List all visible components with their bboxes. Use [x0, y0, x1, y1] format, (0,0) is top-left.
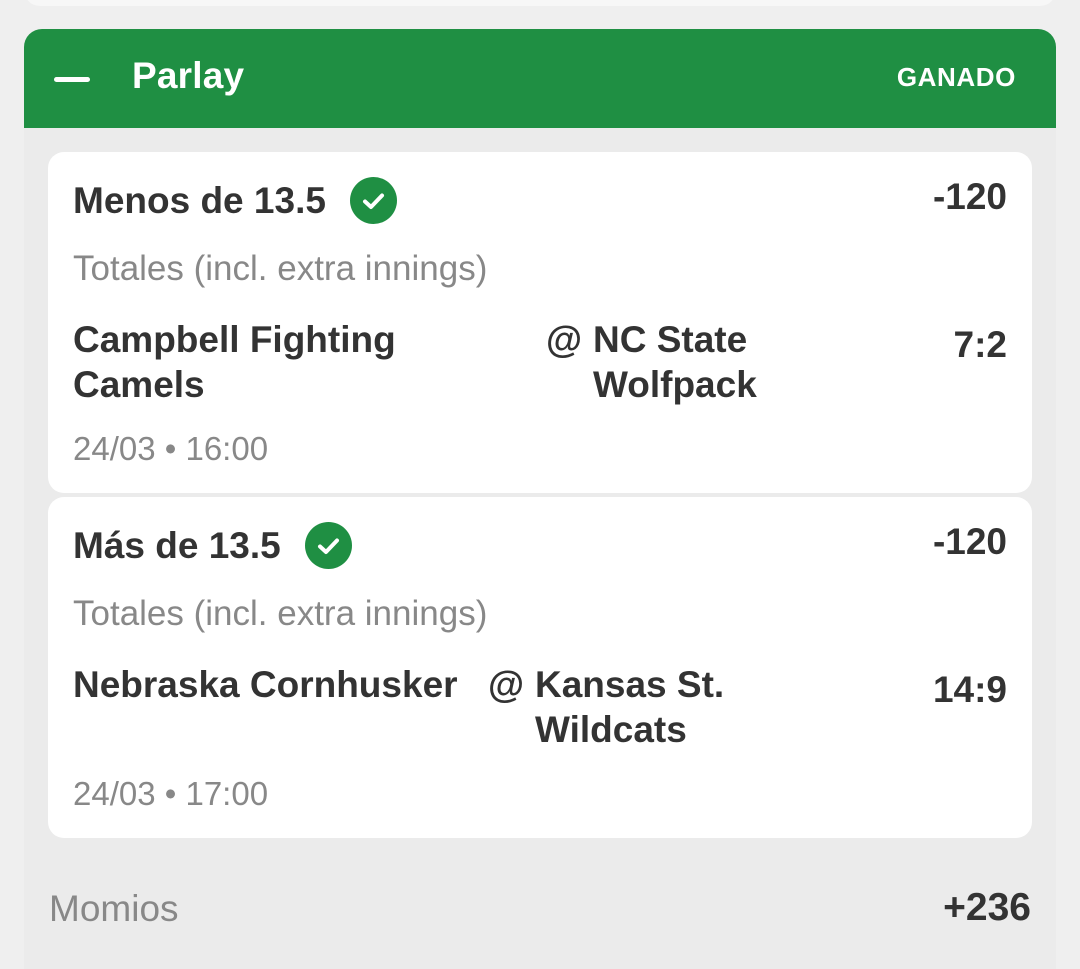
odds-summary-value: +236: [943, 886, 1031, 929]
at-symbol: @: [488, 664, 525, 705]
selection-card[interactable]: Menos de 13.5 -120 Totales (incl. extra …: [48, 152, 1032, 493]
market-name: Totales (incl. extra innings): [73, 249, 488, 288]
parlay-panel: Parlay GANADO Menos de 13.5 -120 Totales…: [24, 29, 1056, 969]
away-team: NC State Wolfpack: [593, 319, 757, 405]
odds-summary-label: Momios: [49, 888, 179, 929]
pick-row: Más de 13.5: [73, 522, 352, 569]
previous-card-edge: [24, 0, 1056, 6]
match-score: 14:9: [932, 669, 1007, 710]
check-circle-icon: [304, 522, 352, 569]
selection-odds: -120: [932, 176, 1007, 217]
home-team: Campbell Fighting Camels: [73, 319, 396, 405]
match-datetime: 24/03 • 17:00: [73, 775, 269, 812]
selection-card[interactable]: Más de 13.5 -120 Totales (incl. extra in…: [48, 497, 1032, 838]
selection-odds: -120: [932, 521, 1007, 562]
match-score: 7:2: [953, 324, 1007, 365]
away-team: Kansas St. Wildcats: [535, 664, 725, 750]
parlay-title: Parlay: [132, 55, 245, 96]
market-name: Totales (incl. extra innings): [73, 594, 488, 633]
away-team-block: @ NC State Wolfpack: [546, 317, 843, 407]
parlay-header[interactable]: Parlay GANADO: [24, 29, 1056, 128]
at-symbol: @: [546, 319, 583, 360]
minus-icon[interactable]: [54, 65, 92, 93]
status-badge: GANADO: [896, 62, 1016, 92]
home-team: Nebraska Cornhusker: [73, 664, 458, 705]
pick-row: Menos de 13.5: [73, 177, 397, 224]
match-datetime: 24/03 • 16:00: [73, 430, 269, 467]
pick-label: Menos de 13.5: [73, 179, 326, 221]
check-circle-icon: [349, 177, 397, 224]
away-team-block: @ Kansas St. Wildcats: [488, 662, 785, 752]
pick-label: Más de 13.5: [73, 524, 281, 566]
